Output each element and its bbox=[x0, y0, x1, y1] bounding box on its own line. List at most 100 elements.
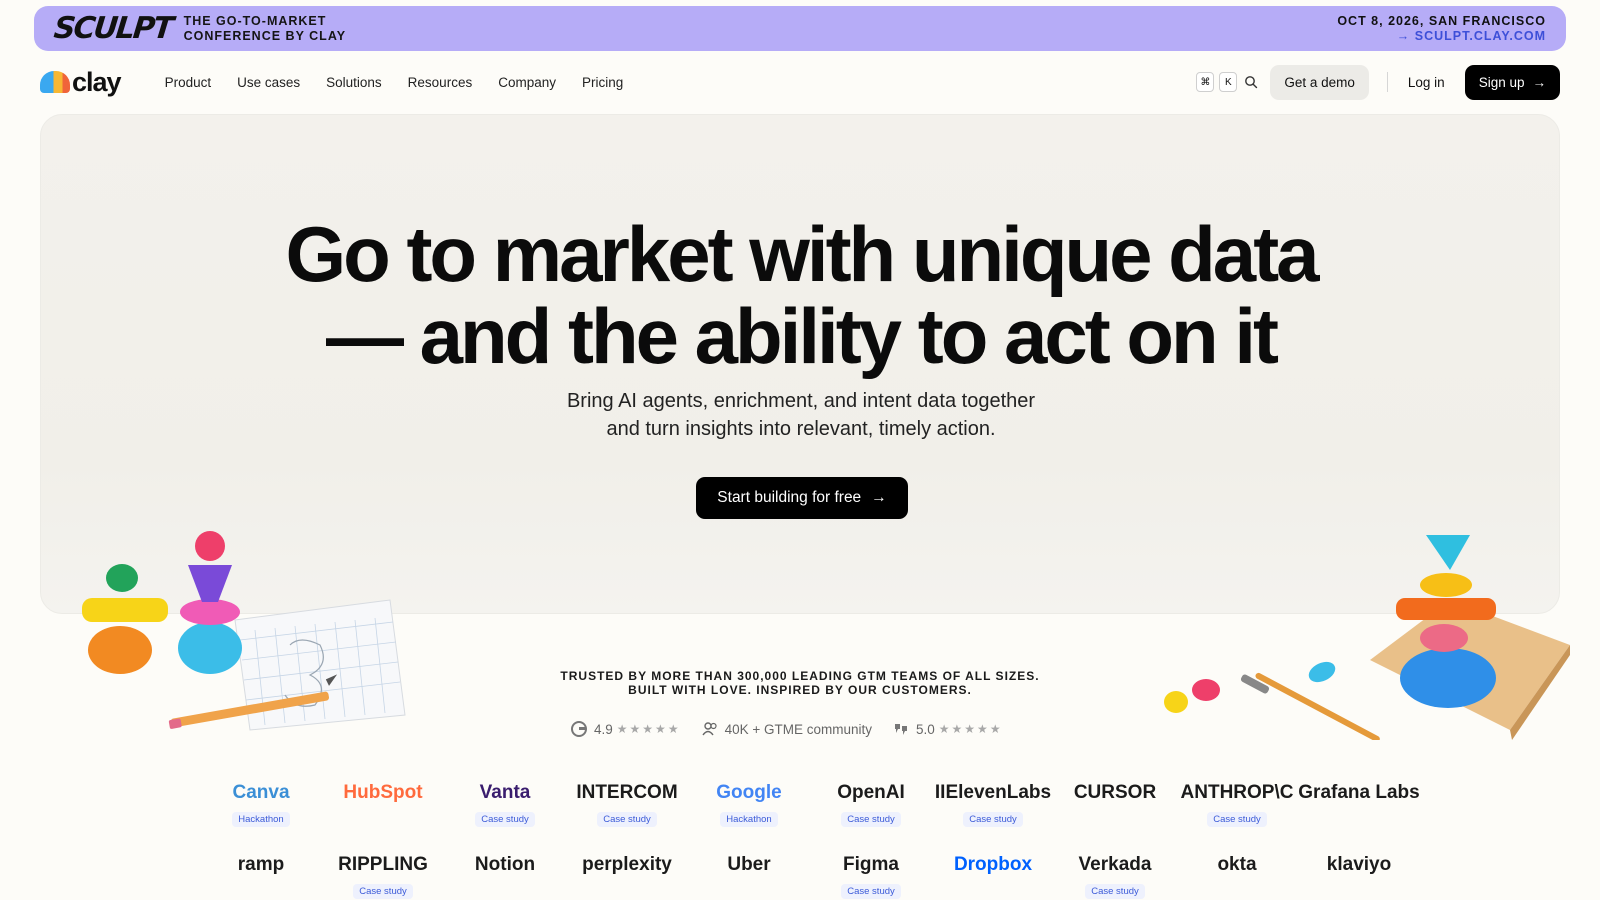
customer-logo-iielevenlabs[interactable]: IIElevenLabs Case study bbox=[932, 778, 1054, 850]
quote-icon bbox=[895, 724, 907, 735]
brand-name: Uber bbox=[727, 854, 771, 875]
signup-button[interactable]: Sign up → bbox=[1464, 64, 1560, 100]
clay-logo[interactable]: clay bbox=[40, 66, 122, 98]
signup-label: Sign up bbox=[1478, 74, 1525, 90]
brand-name: Google bbox=[716, 782, 782, 803]
banner-tagline: THE GO-TO-MARKET CONFERENCE BY CLAY bbox=[184, 14, 346, 44]
subheading-line1: Bring AI agents, enrichment, and intent … bbox=[566, 390, 1036, 412]
search-icon[interactable] bbox=[1244, 75, 1258, 89]
star-icon: ★★★★★ bbox=[616, 722, 681, 736]
g2-score: 4.9 bbox=[594, 721, 613, 737]
logo-tag[interactable]: Case study bbox=[353, 884, 413, 899]
brand-name: HubSpot bbox=[343, 782, 423, 803]
hero-headline: Go to market with unique data — and the … bbox=[41, 213, 1561, 377]
logo-tag[interactable]: Case study bbox=[1207, 812, 1267, 827]
brand-name: Grafana Labs bbox=[1298, 782, 1420, 803]
g2-icon bbox=[571, 721, 587, 737]
nav-divider bbox=[1386, 72, 1388, 92]
customer-logo-figma[interactable]: Figma Case study bbox=[810, 850, 932, 900]
banner-event-info: OCT 8, 2026, SAN FRANCISCO → SCULPT.CLAY… bbox=[1337, 14, 1546, 44]
trust-line2: BUILT WITH LOVE. INSPIRED BY OUR CUSTOME… bbox=[628, 683, 972, 697]
kbd-cmd[interactable]: ⌘ bbox=[1196, 72, 1215, 92]
g2-rating[interactable]: 4.9 ★★★★★ bbox=[570, 720, 681, 738]
users-icon bbox=[702, 722, 717, 736]
customer-logo-perplexity[interactable]: perplexity bbox=[566, 850, 688, 900]
brand-name: INTERCOM bbox=[576, 782, 678, 803]
cta-label: Start building for free bbox=[717, 489, 862, 506]
community-count[interactable]: 40K + GTME community bbox=[701, 720, 872, 738]
customer-logo-grafana-labs[interactable]: Grafana Labs bbox=[1298, 778, 1420, 850]
customer-logo-vanta[interactable]: Vanta Case study bbox=[444, 778, 566, 850]
brand-name: Verkada bbox=[1078, 854, 1152, 875]
clay-logo-icon bbox=[40, 71, 70, 93]
customer-logo-ramp[interactable]: ramp bbox=[200, 850, 322, 900]
nav-actions: ⌘ K Get a demo Log in Sign up → bbox=[1196, 64, 1560, 100]
hero-subheading: Bring AI agents, enrichment, and intent … bbox=[41, 387, 1561, 443]
brand-name: Canva bbox=[232, 782, 290, 803]
customer-logo-klaviyo[interactable]: klaviyo bbox=[1298, 850, 1420, 900]
customer-logo-dropbox[interactable]: Dropbox bbox=[932, 850, 1054, 900]
brand-name: Figma bbox=[843, 854, 899, 875]
clay-sculpture-left-illustration bbox=[82, 531, 406, 731]
banner-tagline-line1: THE GO-TO-MARKET bbox=[183, 13, 327, 28]
nav-use-cases[interactable]: Use cases bbox=[237, 75, 300, 90]
brand-name: Dropbox bbox=[953, 854, 1033, 875]
logo-tag[interactable]: Hackathon bbox=[232, 812, 290, 827]
customer-logo-hubspot[interactable]: HubSpot bbox=[322, 778, 444, 850]
logo-tag[interactable]: Case study bbox=[1085, 884, 1145, 899]
logo-row-2: ramp RIPPLING Case study Notion perplexity Ub… bbox=[200, 850, 1420, 900]
headline-line1: Go to market with unique data bbox=[285, 210, 1319, 298]
get-demo-button[interactable]: Get a demo bbox=[1270, 64, 1369, 100]
customer-logo-okta[interactable]: okta bbox=[1176, 850, 1298, 900]
main-nav: clay Product Use cases Solutions Resourc… bbox=[40, 62, 1560, 102]
logo-tag[interactable]: Case study bbox=[963, 812, 1023, 827]
logo-tag[interactable]: Case study bbox=[475, 812, 535, 827]
customer-logo-cursor[interactable]: CURSOR bbox=[1054, 778, 1176, 850]
brand-name: okta bbox=[1217, 854, 1257, 875]
logo-tag[interactable]: Hackathon bbox=[720, 812, 778, 827]
conference-banner[interactable]: SCULPT THE GO-TO-MARKET CONFERENCE BY CL… bbox=[34, 6, 1566, 51]
brand-name: klaviyo bbox=[1326, 854, 1392, 875]
customer-logo-uber[interactable]: Uber bbox=[688, 850, 810, 900]
star-icon: ★★★★★ bbox=[938, 722, 1003, 736]
brand-name: ANTHROP\C bbox=[1180, 782, 1294, 803]
brand-name: Vanta bbox=[479, 782, 531, 803]
customer-logo-intercom[interactable]: INTERCOM Case study bbox=[566, 778, 688, 850]
customer-logo-canva[interactable]: Canva Hackathon bbox=[200, 778, 322, 850]
logo-tag[interactable]: Case study bbox=[597, 812, 657, 827]
sculpt-logo: SCULPT bbox=[52, 11, 174, 46]
customer-logo-openai[interactable]: OpenAI Case study bbox=[810, 778, 932, 850]
logo-row-1: Canva Hackathon HubSpot Vanta Case study INTE… bbox=[200, 778, 1420, 850]
subheading-line2: and turn insights into relevant, timely … bbox=[606, 418, 996, 440]
arrow-right-icon: → bbox=[871, 489, 887, 506]
community-label: 40K + GTME community bbox=[724, 721, 872, 737]
trustradius-score: 5.0 bbox=[916, 721, 935, 737]
logo-tag[interactable]: Case study bbox=[841, 884, 901, 899]
trust-statement: TRUSTED BY MORE THAN 300,000 LEADING GTM… bbox=[0, 669, 1600, 697]
nav-resources[interactable]: Resources bbox=[408, 75, 473, 90]
arrow-right-icon: → bbox=[1532, 74, 1547, 90]
kbd-k[interactable]: K bbox=[1219, 72, 1238, 92]
banner-date: OCT 8, 2026, SAN FRANCISCO bbox=[1337, 13, 1546, 28]
nav-solutions[interactable]: Solutions bbox=[326, 75, 382, 90]
customer-logo-google[interactable]: Google Hackathon bbox=[688, 778, 810, 850]
start-building-button[interactable]: Start building for free → bbox=[696, 477, 908, 519]
clay-logo-text: clay bbox=[72, 66, 122, 97]
customer-logo-notion[interactable]: Notion bbox=[444, 850, 566, 900]
nav-pricing[interactable]: Pricing bbox=[582, 75, 623, 90]
logo-tag[interactable]: Case study bbox=[841, 812, 901, 827]
brand-name: IIElevenLabs bbox=[934, 782, 1052, 803]
ratings-bar: 4.9 ★★★★★ 40K + GTME community 5.0 ★★★★★ bbox=[570, 719, 1023, 739]
customer-logo-verkada[interactable]: Verkada Case study bbox=[1054, 850, 1176, 900]
nav-product[interactable]: Product bbox=[165, 75, 212, 90]
customer-logo-anthrop-c[interactable]: ANTHROP\C Case study bbox=[1176, 778, 1298, 850]
customer-logo-rippling[interactable]: RIPPLING Case study bbox=[322, 850, 444, 900]
brand-name: ramp bbox=[237, 854, 285, 875]
trustradius-rating[interactable]: 5.0 ★★★★★ bbox=[892, 720, 1003, 738]
nav-company[interactable]: Company bbox=[498, 75, 556, 90]
clay-sculpture-right-illustration bbox=[1164, 535, 1570, 740]
brand-name: Notion bbox=[474, 854, 536, 875]
login-button[interactable]: Log in bbox=[1408, 75, 1445, 90]
banner-link[interactable]: → SCULPT.CLAY.COM bbox=[1337, 29, 1546, 44]
brand-name: OpenAI bbox=[837, 782, 905, 803]
